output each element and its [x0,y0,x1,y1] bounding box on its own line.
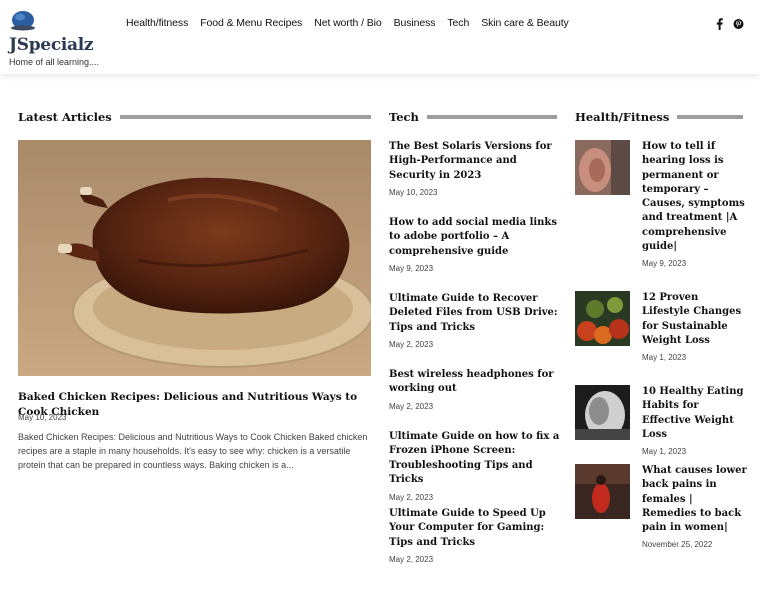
list-item: Best wireless headphones for working out… [389,368,561,411]
nav-item-food-menu-recipes[interactable]: Food & Menu Recipes [200,17,302,29]
health-fitness-heading: Health/Fitness [575,110,743,124]
latest-articles-heading: Latest Articles [18,110,371,124]
heading-divider [677,115,743,119]
tech-article-title[interactable]: Best wireless headphones for working out [389,368,561,397]
social-links [714,17,744,30]
list-item-text: 10 Healthy Eating Habits for Effective W… [642,385,747,456]
article-thumbnail[interactable] [575,464,630,519]
tech-article-title[interactable]: How to add social media links to adobe p… [389,216,561,259]
tech-article-date: May 2, 2023 [389,340,434,350]
list-item: Ultimate Guide on how to fix a Frozen iP… [389,430,561,502]
health-article-title[interactable]: 10 Healthy Eating Habits for Effective W… [642,385,747,442]
site-header: JSpecialz Home of all learning.... Healt… [0,0,760,74]
latest-articles-title: Latest Articles [18,110,112,124]
tech-article-title[interactable]: The Best Solaris Versions for High-Perfo… [389,140,561,183]
tech-article-title[interactable]: Ultimate Guide on how to fix a Frozen iP… [389,430,561,488]
health-fitness-title[interactable]: Health/Fitness [575,110,669,124]
health-article-date: May 9, 2023 [642,259,687,269]
heading-divider [119,115,371,119]
nav-item-health-fitness[interactable]: Health/fitness [126,17,188,29]
health-article-title[interactable]: What causes lower back pains in females … [642,464,747,535]
nav-item-skin-care-beauty[interactable]: Skin care & Beauty [481,17,569,29]
tech-article-title[interactable]: Ultimate Guide to Speed Up Your Computer… [389,507,561,550]
pinterest-icon[interactable] [733,17,744,29]
health-article-title[interactable]: 12 Proven Lifestyle Changes for Sustaina… [642,291,747,348]
nav-item-net-worth-bio[interactable]: Net worth / Bio [314,17,381,29]
tech-article-date: May 2, 2023 [389,401,434,411]
featured-article-date: May 10, 2023 [18,413,67,422]
tech-title[interactable]: Tech [389,110,419,124]
article-thumbnail[interactable] [575,385,630,440]
site-logo-icon[interactable] [9,8,37,32]
site-tagline: Home of all learning.... [9,57,100,67]
facebook-icon[interactable] [714,17,725,30]
featured-article-image[interactable] [18,140,371,376]
health-article-title[interactable]: How to tell if hearing loss is permanent… [642,140,747,254]
list-item: How to add social media links to adobe p… [389,216,561,273]
tech-article-date: May 10, 2023 [389,188,438,198]
featured-article-title[interactable]: Baked Chicken Recipes: Delicious and Nut… [18,390,378,420]
tech-article-title[interactable]: Ultimate Guide to Recover Deleted Files … [389,292,561,335]
article-thumbnail[interactable] [575,291,630,346]
health-article-date: May 1, 2023 [642,447,687,457]
tech-article-date: May 9, 2023 [389,264,434,274]
site-name[interactable]: JSpecialz [9,35,94,55]
list-item: The Best Solaris Versions for High-Perfo… [389,140,561,197]
list-item-text: How to tell if hearing loss is permanent… [642,140,747,268]
nav-item-business[interactable]: Business [394,17,436,29]
article-thumbnail[interactable] [575,140,630,195]
list-item-text: What causes lower back pains in females … [642,464,747,549]
tech-article-date: May 2, 2023 [389,492,434,502]
nav-item-tech[interactable]: Tech [447,17,469,29]
main-nav: Health/fitness Food & Menu Recipes Net w… [126,17,581,29]
list-item: Ultimate Guide to Recover Deleted Files … [389,292,561,349]
heading-divider [426,115,557,119]
health-article-date: November 25, 2022 [642,540,713,550]
featured-article-excerpt: Baked Chicken Recipes: Delicious and Nut… [18,432,368,470]
list-item-text: 12 Proven Lifestyle Changes for Sustaina… [642,291,747,362]
tech-heading: Tech [389,110,557,124]
health-article-date: May 1, 2023 [642,353,687,363]
tech-article-date: May 2, 2023 [389,555,434,565]
list-item: Ultimate Guide to Speed Up Your Computer… [389,507,561,564]
